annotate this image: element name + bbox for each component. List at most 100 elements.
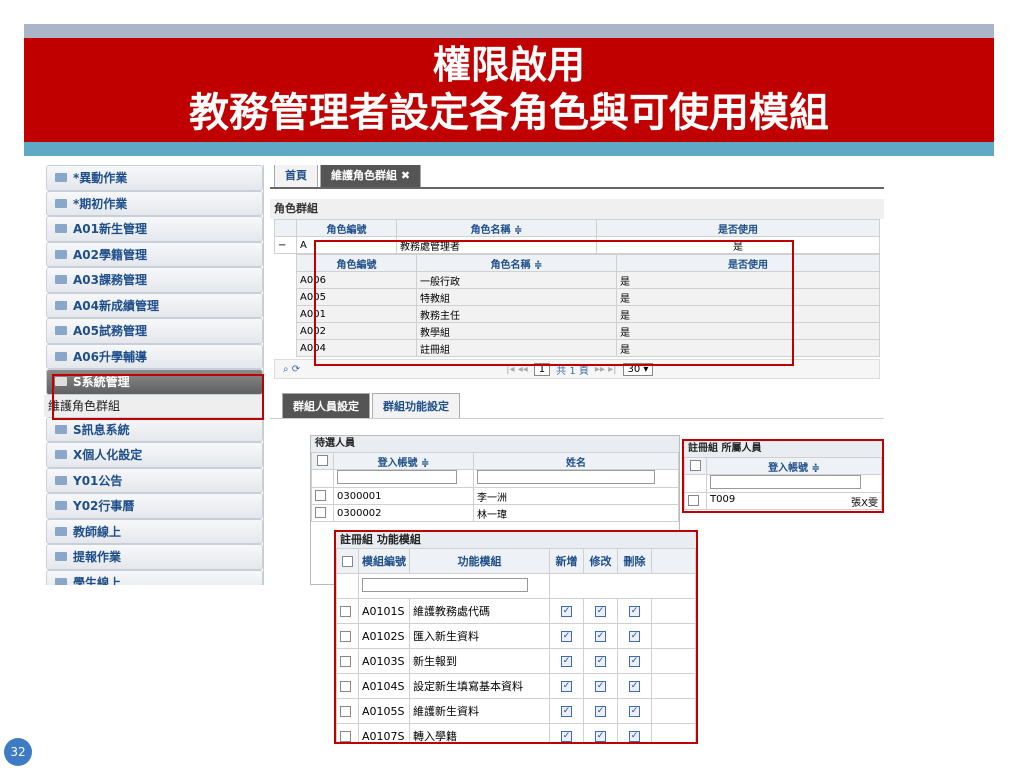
sidebar-item[interactable]: 學生線上 [46, 569, 263, 585]
table-row[interactable]: A0104S 設定新生填寫基本資料 ✓ ✓ ✓ [336, 673, 696, 699]
sidebar-item[interactable]: *期初作業 [46, 190, 263, 216]
row-checkbox[interactable] [340, 731, 351, 742]
folder-icon [55, 351, 67, 361]
col-header[interactable]: 是否使用 [596, 219, 880, 237]
col-header[interactable]: 新增 [549, 548, 584, 574]
add-checkbox[interactable]: ✓ [561, 706, 572, 717]
select-all-checkbox[interactable] [342, 556, 353, 567]
main-content: 首頁 維護角色群組 ✖ 角色群組 角色編號 角色名稱 ≑ 是否使用 − A 教務… [270, 165, 884, 585]
folder-icon [55, 249, 67, 259]
edit-checkbox[interactable]: ✓ [595, 631, 606, 642]
table-row[interactable]: 0300002 林一瑋 [311, 504, 679, 522]
pending-title: 待選人員 [311, 436, 679, 452]
sidebar-item[interactable]: S訊息系統 [46, 416, 263, 442]
sidebar-item[interactable]: A03課務管理 [46, 267, 263, 293]
edit-checkbox[interactable]: ✓ [595, 681, 606, 692]
page-number: 32 [4, 738, 32, 766]
sidebar-item[interactable]: A02學籍管理 [46, 241, 263, 267]
col-header[interactable]: 登入帳號 ≑ [706, 457, 882, 475]
pending-grid: 登入帳號 ≑ 姓名 0300001 李一洲 0300002 林一瑋 [311, 452, 679, 522]
tab-role-group[interactable]: 維護角色群組 ✖ [320, 165, 422, 187]
col-header[interactable]: 姓名 [473, 452, 679, 470]
table-row[interactable]: A0105S 維護新生資料 ✓ ✓ ✓ [336, 698, 696, 724]
sidebar-item[interactable]: A05試務管理 [46, 318, 263, 344]
sidebar-item[interactable]: 提報作業 [46, 544, 263, 570]
row-checkbox[interactable] [340, 656, 351, 667]
members-grid: 登入帳號 ≑ T009 張X雯 [684, 457, 882, 510]
row-checkbox[interactable] [688, 495, 699, 507]
tab-group-functions[interactable]: 群組功能設定 [372, 393, 460, 418]
grid-spacer [274, 219, 297, 237]
delete-checkbox[interactable]: ✓ [629, 656, 640, 667]
sub-tab-bar: 群組人員設定 群組功能設定 [270, 393, 884, 419]
add-checkbox[interactable]: ✓ [561, 731, 572, 742]
slide-title-line2: 教務管理者設定各角色與可使用模組 [189, 90, 829, 136]
col-header[interactable]: 功能模組 [409, 548, 550, 574]
col-header[interactable]: 角色名稱 ≑ [396, 219, 597, 237]
row-checkbox[interactable] [340, 706, 351, 717]
tab-group-members[interactable]: 群組人員設定 [282, 393, 370, 418]
filter-input[interactable] [362, 577, 528, 592]
sidebar-item[interactable]: X個人化設定 [46, 442, 263, 468]
table-row[interactable]: 0300001 李一洲 [311, 487, 679, 505]
delete-checkbox[interactable]: ✓ [629, 606, 640, 617]
tab-home[interactable]: 首頁 [274, 165, 318, 187]
folder-icon [55, 173, 67, 183]
edit-checkbox[interactable]: ✓ [595, 606, 606, 617]
table-row[interactable]: A0103S 新生報到 ✓ ✓ ✓ [336, 648, 696, 674]
row-checkbox[interactable] [315, 507, 326, 519]
add-checkbox[interactable]: ✓ [561, 681, 572, 692]
folder-icon [55, 501, 67, 511]
folder-icon [55, 526, 67, 536]
table-row[interactable]: A0107S 轉入學籍 ✓ ✓ ✓ [336, 723, 696, 742]
functions-panel: 註冊組 功能模組 模組編號 功能模組 新增 修改 刪除 A0101S 維護教務處代… [334, 530, 698, 744]
row-checkbox[interactable] [340, 606, 351, 617]
col-header[interactable]: 模組編號 [358, 548, 410, 574]
col-header[interactable]: 刪除 [617, 548, 652, 574]
close-icon[interactable]: ✖ [401, 169, 410, 182]
col-header[interactable]: 登入帳號 ≑ [333, 452, 474, 470]
filter-input[interactable] [477, 470, 656, 484]
sidebar-item[interactable]: A04新成績管理 [46, 292, 263, 318]
select-all-checkbox[interactable] [690, 460, 701, 472]
add-checkbox[interactable]: ✓ [561, 631, 572, 642]
delete-checkbox[interactable]: ✓ [629, 631, 640, 642]
title-underline [24, 142, 994, 156]
members-title: 註冊組 所屬人員 [684, 441, 882, 457]
delete-checkbox[interactable]: ✓ [629, 706, 640, 717]
add-checkbox[interactable]: ✓ [561, 606, 572, 617]
delete-checkbox[interactable]: ✓ [629, 731, 640, 742]
folder-icon [55, 552, 67, 562]
delete-checkbox[interactable]: ✓ [629, 681, 640, 692]
add-checkbox[interactable]: ✓ [561, 656, 572, 667]
filter-input[interactable] [337, 470, 457, 484]
top-strip [24, 24, 994, 38]
table-row[interactable]: T009 張X雯 [684, 492, 882, 510]
app-screenshot: *異動作業 *期初作業 A01新生管理 A02學籍管理 A03課務管理 A04新… [44, 165, 884, 585]
row-checkbox[interactable] [340, 631, 351, 642]
select-all-checkbox[interactable] [317, 455, 328, 467]
table-row[interactable]: A0102S 匯入新生資料 ✓ ✓ ✓ [336, 623, 696, 649]
col-header[interactable]: 角色編號 [296, 219, 397, 237]
sidebar-item[interactable]: Y02行事曆 [46, 493, 263, 519]
sidebar-item[interactable]: 教師線上 [46, 518, 263, 544]
row-checkbox[interactable] [315, 490, 326, 502]
edit-checkbox[interactable]: ✓ [595, 656, 606, 667]
sidebar-item[interactable]: A01新生管理 [46, 216, 263, 242]
functions-grid: 模組編號 功能模組 新增 修改 刪除 A0101S 維護教務處代碼 ✓ ✓ ✓ A010… [336, 548, 696, 742]
col-header[interactable]: 修改 [583, 548, 618, 574]
folder-icon [55, 326, 67, 336]
sidebar-item[interactable]: *異動作業 [46, 165, 263, 191]
sidebar-item[interactable]: Y01公告 [46, 467, 263, 493]
folder-icon [55, 450, 67, 460]
folder-icon [55, 275, 67, 285]
search-refresh-icon[interactable]: ⌕ ⟳ [283, 364, 300, 375]
row-checkbox[interactable] [340, 681, 351, 692]
sidebar-item[interactable]: A06升學輔導 [46, 343, 263, 369]
edit-checkbox[interactable]: ✓ [595, 731, 606, 742]
edit-checkbox[interactable]: ✓ [595, 706, 606, 717]
folder-icon [55, 424, 67, 434]
expand-toggle[interactable]: − [274, 236, 297, 254]
filter-input[interactable] [710, 475, 862, 489]
table-row[interactable]: A0101S 維護教務處代碼 ✓ ✓ ✓ [336, 598, 696, 624]
